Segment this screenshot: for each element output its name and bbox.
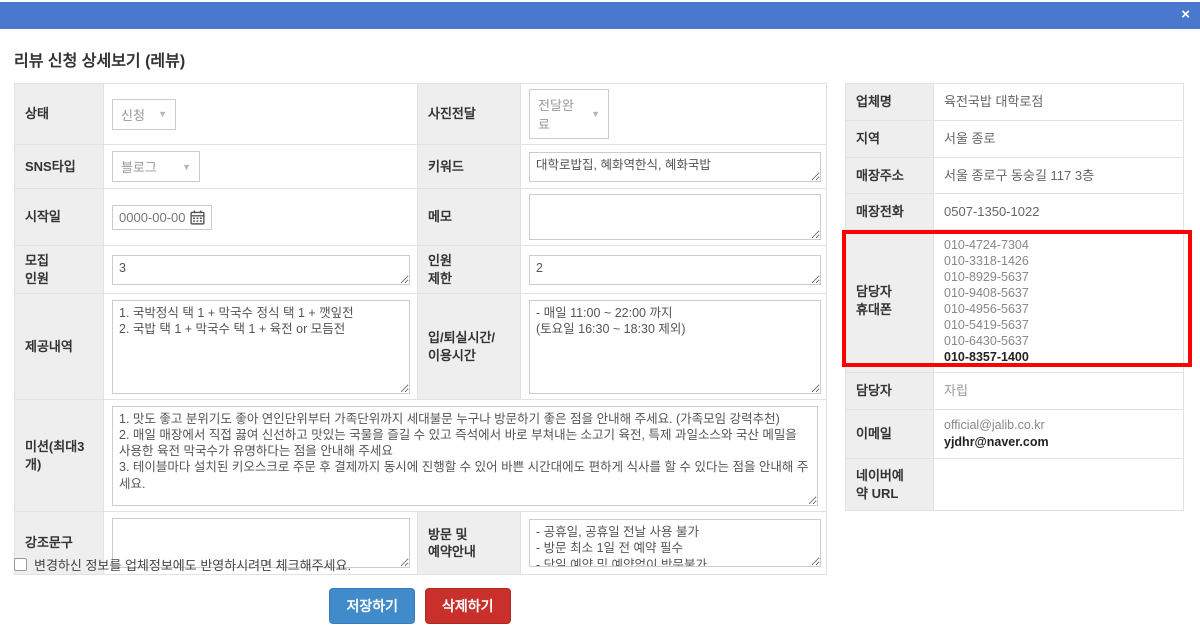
table-row: 미션(최대3 개) xyxy=(15,400,827,512)
table-row: 매장전화 0507-1350-1022 xyxy=(846,194,1184,230)
review-detail-dialog: × 리뷰 신청 상세보기 (레뷰) 상태 신청 ▼ 사진전달 전달완료 ▼ SN… xyxy=(0,0,1200,638)
mission-textarea[interactable] xyxy=(112,406,818,506)
table-row: 매장주소 서울 종로구 동숭길 117 3층 xyxy=(846,158,1184,194)
people-limit-label: 인원 제한 xyxy=(418,246,521,294)
manager-phone-list: 010-4724-7304 010-3318-1426 010-8929-563… xyxy=(934,230,1184,373)
table-row: 네이버예 약 URL xyxy=(846,459,1184,511)
photo-delivery-select[interactable]: 전달완료 ▼ xyxy=(529,89,609,139)
phone-number: 010-4724-7304 xyxy=(944,237,1173,253)
phone-number: 010-3318-1426 xyxy=(944,253,1173,269)
phone-number-primary: 010-8357-1400 xyxy=(944,349,1173,365)
people-limit-textarea[interactable] xyxy=(529,255,821,285)
recruit-count-label: 모집 인원 xyxy=(15,246,104,294)
table-row: 상태 신청 ▼ 사진전달 전달완료 ▼ xyxy=(15,84,827,145)
visit-guide-textarea[interactable] xyxy=(529,519,821,567)
recruit-count-textarea[interactable] xyxy=(112,255,410,285)
phone-number: 010-8929-5637 xyxy=(944,269,1173,285)
company-value: 육전국밥 대학로점 xyxy=(934,84,1184,121)
apply-to-store-info-checkbox[interactable] xyxy=(14,558,27,571)
keyword-label: 키워드 xyxy=(418,145,521,189)
status-select-value: 신청 xyxy=(121,105,145,124)
start-date-label: 시작일 xyxy=(15,189,104,246)
chevron-down-icon: ▼ xyxy=(158,109,167,119)
table-row: 모집 인원 인원 제한 xyxy=(15,246,827,294)
photo-delivery-select-value: 전달완료 xyxy=(538,95,579,133)
store-info-table: 업체명 육전국밥 대학로점 지역 서울 종로 매장주소 서울 종로구 동숭길 1… xyxy=(845,83,1184,511)
chevron-down-icon: ▼ xyxy=(591,109,600,119)
offer-details-textarea[interactable] xyxy=(112,300,410,394)
table-row: 담당자 자립 xyxy=(846,373,1184,410)
phone-number: 010-5419-5637 xyxy=(944,317,1173,333)
sns-type-label: SNS타입 xyxy=(15,145,104,189)
keyword-textarea[interactable] xyxy=(529,152,821,182)
apply-to-store-info-label: 변경하신 정보를 업체정보에도 반영하시려면 체크해주세요. xyxy=(34,555,351,574)
photo-delivery-label: 사진전달 xyxy=(418,84,521,145)
table-row: 담당자 휴대폰 010-4724-7304 010-3318-1426 010-… xyxy=(846,230,1184,373)
visit-guide-label: 방문 및 예약안내 xyxy=(418,512,521,575)
offer-details-label: 제공내역 xyxy=(15,294,104,400)
memo-textarea[interactable] xyxy=(529,194,821,240)
memo-label: 메모 xyxy=(418,189,521,246)
table-row: SNS타입 블로그 ▼ 키워드 xyxy=(15,145,827,189)
phone-number: 010-6430-5637 xyxy=(944,333,1173,349)
chevron-down-icon: ▼ xyxy=(182,162,191,172)
delete-button[interactable]: 삭제하기 xyxy=(425,588,511,624)
table-row: 제공내역 입/퇴실시간/ 이용시간 xyxy=(15,294,827,400)
email-address: official@jalib.co.kr xyxy=(944,417,1173,434)
sns-type-select-value: 블로그 xyxy=(121,157,157,176)
address-value: 서울 종로구 동숭길 117 3층 xyxy=(934,158,1184,194)
start-date-input[interactable]: 0000-00-00 xyxy=(112,205,212,230)
start-date-value: 0000-00-00 xyxy=(119,210,186,225)
region-label: 지역 xyxy=(846,121,934,158)
manager-value: 자립 xyxy=(934,373,1184,410)
mission-label: 미션(최대3 개) xyxy=(15,400,104,512)
apply-to-store-info-row: 변경하신 정보를 업체정보에도 반영하시려면 체크해주세요. xyxy=(14,555,351,574)
review-form-table: 상태 신청 ▼ 사진전달 전달완료 ▼ SNS타입 블로그 ▼ xyxy=(14,83,827,575)
email-list: official@jalib.co.kr yjdhr@naver.com xyxy=(934,410,1184,459)
save-button[interactable]: 저장하기 xyxy=(329,588,415,624)
status-select[interactable]: 신청 ▼ xyxy=(112,99,176,130)
naver-reservation-url-value xyxy=(934,459,1184,511)
table-row: 지역 서울 종로 xyxy=(846,121,1184,158)
table-row: 시작일 0000-00-00 메모 xyxy=(15,189,827,246)
email-address-primary: yjdhr@naver.com xyxy=(944,434,1173,451)
email-label: 이메일 xyxy=(846,410,934,459)
company-label: 업체명 xyxy=(846,84,934,121)
page-title: 리뷰 신청 상세보기 (레뷰) xyxy=(14,47,185,71)
naver-reservation-url-label: 네이버예 약 URL xyxy=(846,459,934,511)
region-value: 서울 종로 xyxy=(934,121,1184,158)
table-row: 이메일 official@jalib.co.kr yjdhr@naver.com xyxy=(846,410,1184,459)
calendar-icon[interactable] xyxy=(190,210,205,225)
table-row: 업체명 육전국밥 대학로점 xyxy=(846,84,1184,121)
entry-time-textarea[interactable] xyxy=(529,300,821,394)
entry-time-label: 입/퇴실시간/ 이용시간 xyxy=(418,294,521,400)
phone-number: 010-9408-5637 xyxy=(944,285,1173,301)
store-phone-value: 0507-1350-1022 xyxy=(934,194,1184,230)
action-buttons: 저장하기 삭제하기 xyxy=(14,588,826,624)
manager-phone-label: 담당자 휴대폰 xyxy=(846,230,934,373)
address-label: 매장주소 xyxy=(846,158,934,194)
manager-label: 담당자 xyxy=(846,373,934,410)
status-label: 상태 xyxy=(15,84,104,145)
sns-type-select[interactable]: 블로그 ▼ xyxy=(112,151,200,182)
close-icon[interactable]: × xyxy=(1181,6,1190,24)
store-phone-label: 매장전화 xyxy=(846,194,934,230)
dialog-titlebar: × xyxy=(0,2,1200,29)
phone-number: 010-4956-5637 xyxy=(944,301,1173,317)
